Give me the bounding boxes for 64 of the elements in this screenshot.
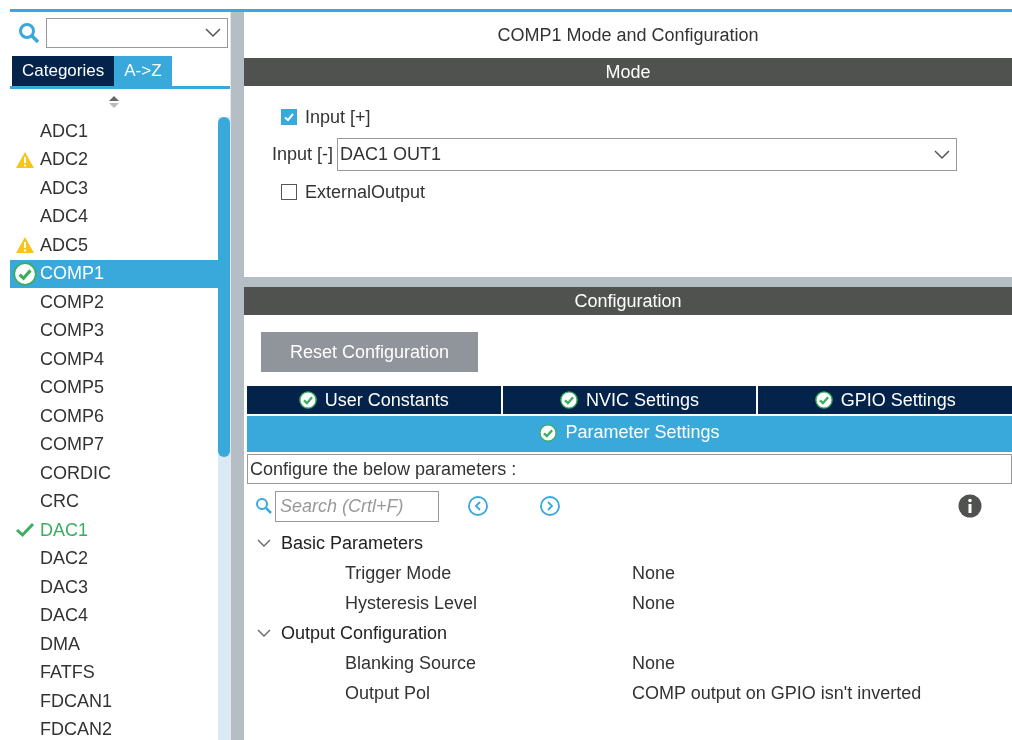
group-label[interactable]: Output Configuration [281, 622, 448, 644]
config-tab[interactable]: NVIC Settings [502, 386, 757, 414]
search-combo[interactable] [46, 18, 228, 48]
info-icon[interactable] [958, 494, 982, 518]
peripheral-item[interactable]: ADC4 [10, 202, 218, 231]
checkbox-label: ExternalOutput [305, 181, 426, 203]
check-circle-icon [560, 391, 578, 409]
panel-title: COMP1 Mode and Configuration [496, 23, 760, 47]
parameter-value[interactable]: None [632, 562, 676, 584]
search-icon [255, 497, 273, 515]
peripheral-item[interactable]: ADC1 [10, 117, 218, 146]
peripheral-item[interactable]: DAC2 [10, 544, 218, 573]
peripheral-item[interactable]: COMP5 [10, 373, 218, 402]
peripheral-item[interactable]: ADC2 [10, 145, 218, 174]
peripheral-item[interactable]: ADC5 [10, 231, 218, 260]
parameter-value[interactable]: None [632, 592, 676, 614]
peripheral-item[interactable]: COMP2 [10, 288, 218, 317]
peripheral-item[interactable]: DAC4 [10, 601, 218, 630]
warning-icon [15, 150, 35, 169]
peripheral-item[interactable]: DAC3 [10, 573, 218, 602]
parameter-name[interactable]: Trigger Mode [345, 562, 632, 584]
parameter-value[interactable]: COMP output on GPIO isn't inverted [632, 682, 922, 704]
checkbox[interactable] [281, 184, 297, 200]
previous-button[interactable] [467, 495, 489, 517]
peripheral-item[interactable]: COMP4 [10, 345, 218, 374]
peripheral-item[interactable]: DMA [10, 630, 218, 659]
search-field[interactable]: Search (Crtl+F) [275, 490, 439, 522]
check-circle-icon [814, 391, 833, 409]
check-circle-icon [539, 423, 558, 442]
parameter-name[interactable]: Hysteresis Level [345, 592, 632, 614]
group-label[interactable]: Basic Parameters [281, 532, 424, 554]
parameter-name[interactable]: Output Pol [345, 682, 632, 704]
parameter-value[interactable]: None [632, 652, 676, 674]
splitter[interactable] [230, 12, 244, 740]
peripheral-item[interactable]: CRC [10, 487, 218, 516]
dropdown-caret-icon [934, 149, 951, 160]
peripheral-item[interactable]: CORDIC [10, 459, 218, 488]
config-tab[interactable]: GPIO Settings [758, 386, 1012, 414]
section-header: Mode [244, 58, 1012, 86]
warning-icon [15, 236, 35, 255]
checkbox-label: Input [+] [305, 106, 371, 128]
peripheral-item[interactable]: ADC3 [10, 174, 218, 203]
check-icon [15, 522, 35, 539]
section-header: Configuration [244, 287, 1012, 315]
dropdown-caret-icon [205, 28, 221, 38]
peripheral-item[interactable]: FATFS [10, 658, 218, 687]
next-button[interactable] [539, 495, 561, 517]
sort-arrows-icon[interactable] [108, 95, 120, 109]
description-text: Configure the below parameters : [247, 454, 1012, 484]
input-select[interactable]: DAC1 OUT1 [337, 138, 958, 171]
search-icon[interactable] [18, 22, 40, 44]
check-circle-icon [298, 391, 317, 409]
peripheral-item[interactable]: COMP3 [10, 316, 218, 345]
peripheral-item[interactable]: FDCAN2 [10, 715, 218, 740]
sidebar-tab[interactable]: Categories [12, 56, 115, 86]
peripheral-item[interactable]: COMP6 [10, 402, 218, 431]
checkbox[interactable] [281, 109, 297, 125]
parameter-name[interactable]: Blanking Source [345, 652, 632, 674]
config-tab[interactable]: User Constants [247, 386, 501, 414]
peripheral-item[interactable]: COMP7 [10, 430, 218, 459]
peripheral-item[interactable]: FDCAN1 [10, 687, 218, 716]
field-label: Input [-] [272, 144, 334, 165]
check-circle-icon [13, 261, 37, 286]
scrollbar[interactable] [218, 117, 230, 740]
